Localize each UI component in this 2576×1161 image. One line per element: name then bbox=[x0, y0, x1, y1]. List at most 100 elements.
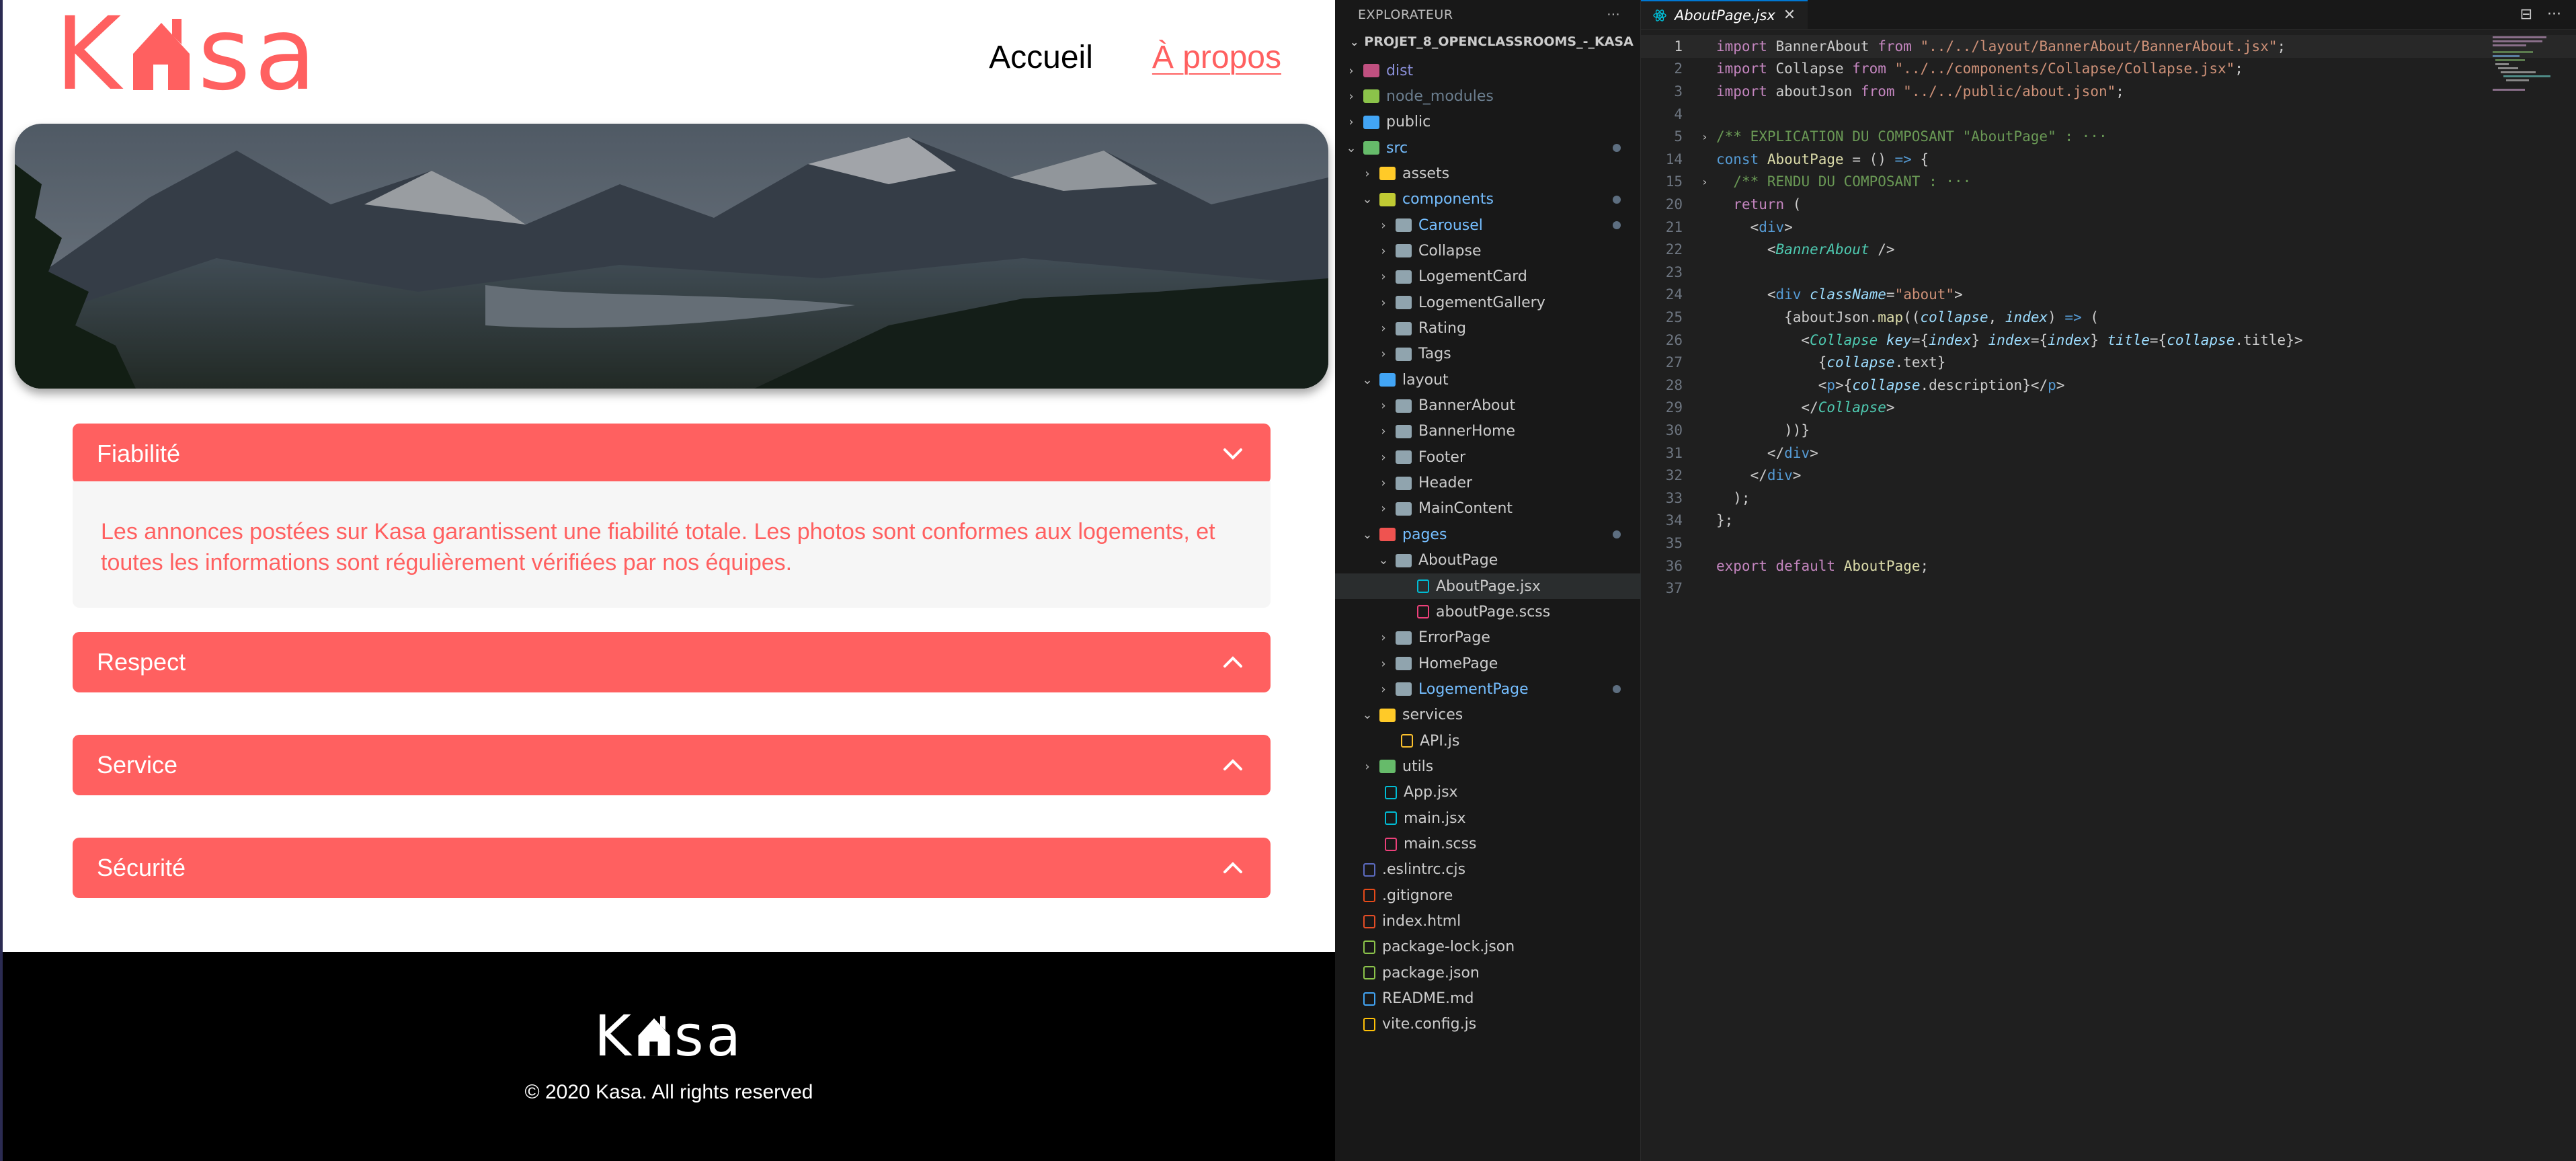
chevron-down-icon[interactable]: ⌄ bbox=[1361, 708, 1374, 722]
chevron-right-icon[interactable]: › bbox=[1344, 115, 1358, 129]
collapse-header-securite[interactable]: Sécurité bbox=[73, 838, 1271, 898]
code-line[interactable]: 4 bbox=[1641, 103, 2576, 126]
code-line[interactable]: 22 < BannerAbout /> bbox=[1641, 238, 2576, 261]
explorer-item[interactable]: › Carousel bbox=[1335, 212, 1641, 238]
explorer-item[interactable]: index.html bbox=[1335, 909, 1641, 934]
chevron-down-icon[interactable]: ⌄ bbox=[1361, 373, 1374, 387]
explorer-item[interactable]: › ErrorPage bbox=[1335, 625, 1641, 651]
more-actions-icon[interactable]: ··· bbox=[2547, 6, 2561, 23]
explorer-item[interactable]: AboutPage.jsx bbox=[1335, 573, 1641, 599]
chevron-right-icon[interactable]: › bbox=[1377, 450, 1390, 465]
explorer-item[interactable]: › public bbox=[1335, 110, 1641, 135]
explorer-item[interactable]: App.jsx bbox=[1335, 780, 1641, 805]
chevron-right-icon[interactable]: › bbox=[1377, 270, 1390, 284]
code-line[interactable]: 34}; bbox=[1641, 510, 2576, 532]
fold-chevron-icon[interactable]: › bbox=[1701, 175, 1716, 188]
explorer-item[interactable]: › Rating bbox=[1335, 316, 1641, 342]
explorer-item[interactable]: ⌄ pages bbox=[1335, 522, 1641, 547]
explorer-item[interactable]: › utils bbox=[1335, 754, 1641, 779]
code-line[interactable]: 21 < div > bbox=[1641, 216, 2576, 239]
split-editor-icon[interactable]: ⊟ bbox=[2520, 6, 2532, 23]
minimap[interactable] bbox=[2493, 35, 2560, 95]
explorer-item[interactable]: › dist bbox=[1335, 58, 1641, 83]
close-icon[interactable]: ✕ bbox=[1783, 7, 1796, 24]
explorer-item[interactable]: › Header bbox=[1335, 471, 1641, 496]
code-line[interactable]: 23 bbox=[1641, 261, 2576, 284]
chevron-right-icon[interactable]: › bbox=[1377, 218, 1390, 233]
explorer-item[interactable]: .gitignore bbox=[1335, 883, 1641, 908]
explorer-item[interactable]: › BannerHome bbox=[1335, 419, 1641, 444]
chevron-down-icon[interactable]: ⌄ bbox=[1377, 553, 1390, 567]
code-line[interactable]: 33 ); bbox=[1641, 487, 2576, 510]
code-line[interactable]: 1 import BannerAbout from "../../layout/B… bbox=[1641, 35, 2576, 58]
chevron-right-icon[interactable]: › bbox=[1377, 682, 1390, 696]
explorer-item[interactable]: ⌄ components bbox=[1335, 187, 1641, 212]
fold-chevron-icon[interactable]: › bbox=[1701, 130, 1716, 143]
explorer-item[interactable]: ⌄ src bbox=[1335, 135, 1641, 161]
code-line[interactable]: 20 return ( bbox=[1641, 193, 2576, 216]
collapse-header-service[interactable]: Service bbox=[73, 735, 1271, 795]
chevron-right-icon[interactable]: › bbox=[1377, 502, 1390, 516]
chevron-up-icon[interactable] bbox=[1219, 854, 1246, 881]
explorer-item[interactable]: aboutPage.scss bbox=[1335, 599, 1641, 625]
explorer-item[interactable]: vite.config.js bbox=[1335, 1012, 1641, 1037]
chevron-right-icon[interactable]: › bbox=[1377, 631, 1390, 645]
nav-link-about[interactable]: À propos bbox=[1152, 39, 1281, 76]
chevron-right-icon[interactable]: › bbox=[1377, 347, 1390, 361]
collapse-header-fiabilite[interactable]: Fiabilité bbox=[73, 424, 1271, 484]
project-root[interactable]: ⌄ PROJET_8_OPENCLASSROOMS_-_KASA bbox=[1335, 30, 1640, 54]
chevron-down-icon[interactable]: ⌄ bbox=[1361, 528, 1374, 542]
chevron-right-icon[interactable]: › bbox=[1344, 64, 1358, 78]
code-line[interactable]: 27 {collapse .text} bbox=[1641, 351, 2576, 374]
chevron-up-icon[interactable] bbox=[1219, 752, 1246, 778]
explorer-item[interactable]: › HomePage bbox=[1335, 651, 1641, 676]
chevron-up-icon[interactable] bbox=[1219, 649, 1246, 676]
explorer-item[interactable]: › Tags bbox=[1335, 342, 1641, 367]
explorer-item[interactable]: › LogementGallery bbox=[1335, 290, 1641, 315]
chevron-down-icon[interactable] bbox=[1219, 440, 1246, 467]
explorer-item[interactable]: ⌄ services bbox=[1335, 703, 1641, 728]
kasa-logo[interactable]: K sa bbox=[55, 4, 320, 105]
more-actions-icon[interactable]: ··· bbox=[1607, 7, 1620, 22]
chevron-right-icon[interactable]: › bbox=[1377, 244, 1390, 258]
tab-aboutpage-jsx[interactable]: AboutPage.jsx ✕ bbox=[1641, 0, 1808, 29]
collapse-header-respect[interactable]: Respect bbox=[73, 632, 1271, 692]
code-line[interactable]: 32 </div > bbox=[1641, 464, 2576, 487]
explorer-item[interactable]: › Collapse bbox=[1335, 238, 1641, 264]
code-line[interactable]: 24 < div className = "about" > bbox=[1641, 284, 2576, 307]
code-line[interactable]: 5 ›/** EXPLICATION DU COMPOSANT "AboutPag… bbox=[1641, 125, 2576, 148]
chevron-down-icon[interactable]: ⌄ bbox=[1361, 192, 1374, 206]
explorer-item[interactable]: › MainContent bbox=[1335, 496, 1641, 522]
code-line[interactable]: 35 bbox=[1641, 532, 2576, 555]
explorer-item[interactable]: ⌄ AboutPage bbox=[1335, 548, 1641, 573]
code-line[interactable]: 25 {aboutJson. map((collapse, index) => ( bbox=[1641, 306, 2576, 329]
explorer-item[interactable]: .eslintrc.cjs bbox=[1335, 857, 1641, 883]
code-line[interactable]: 29 </Collapse > bbox=[1641, 397, 2576, 419]
code-line[interactable]: 3 import aboutJson from "../../public/abo… bbox=[1641, 80, 2576, 103]
chevron-right-icon[interactable]: › bbox=[1377, 296, 1390, 310]
nav-link-home[interactable]: Accueil bbox=[989, 39, 1093, 76]
explorer-item[interactable]: › assets bbox=[1335, 161, 1641, 186]
explorer-item[interactable]: main.jsx bbox=[1335, 805, 1641, 831]
chevron-right-icon[interactable]: › bbox=[1361, 167, 1374, 181]
explorer-item[interactable]: README.md bbox=[1335, 986, 1641, 1012]
code-line[interactable]: 36 export default AboutPage; bbox=[1641, 555, 2576, 577]
chevron-down-icon[interactable]: ⌄ bbox=[1344, 141, 1358, 155]
chevron-right-icon[interactable]: › bbox=[1344, 89, 1358, 104]
explorer-item[interactable]: › LogementPage bbox=[1335, 676, 1641, 702]
explorer-item[interactable]: package.json bbox=[1335, 960, 1641, 986]
code-line[interactable]: 15 › /** RENDU DU COMPOSANT : ··· bbox=[1641, 171, 2576, 194]
explorer-item[interactable]: package-lock.json bbox=[1335, 934, 1641, 960]
code-line[interactable]: 26 < Collapse key ={index} index ={index} t… bbox=[1641, 329, 2576, 352]
code-line[interactable]: 31 </div > bbox=[1641, 442, 2576, 465]
code-line[interactable]: 28 < p >{collapse .description}</p > bbox=[1641, 374, 2576, 397]
code-line[interactable]: 2 import Collapse from "../../components/… bbox=[1641, 58, 2576, 81]
chevron-right-icon[interactable]: › bbox=[1361, 760, 1374, 774]
explorer-item[interactable]: ⌄ layout bbox=[1335, 367, 1641, 393]
explorer-item[interactable]: main.scss bbox=[1335, 832, 1641, 857]
explorer-item[interactable]: › node_modules bbox=[1335, 83, 1641, 109]
code-line[interactable]: 37 bbox=[1641, 577, 2576, 600]
chevron-right-icon[interactable]: › bbox=[1377, 476, 1390, 490]
explorer-item[interactable]: API.js bbox=[1335, 728, 1641, 754]
explorer-item[interactable]: › BannerAbout bbox=[1335, 393, 1641, 419]
